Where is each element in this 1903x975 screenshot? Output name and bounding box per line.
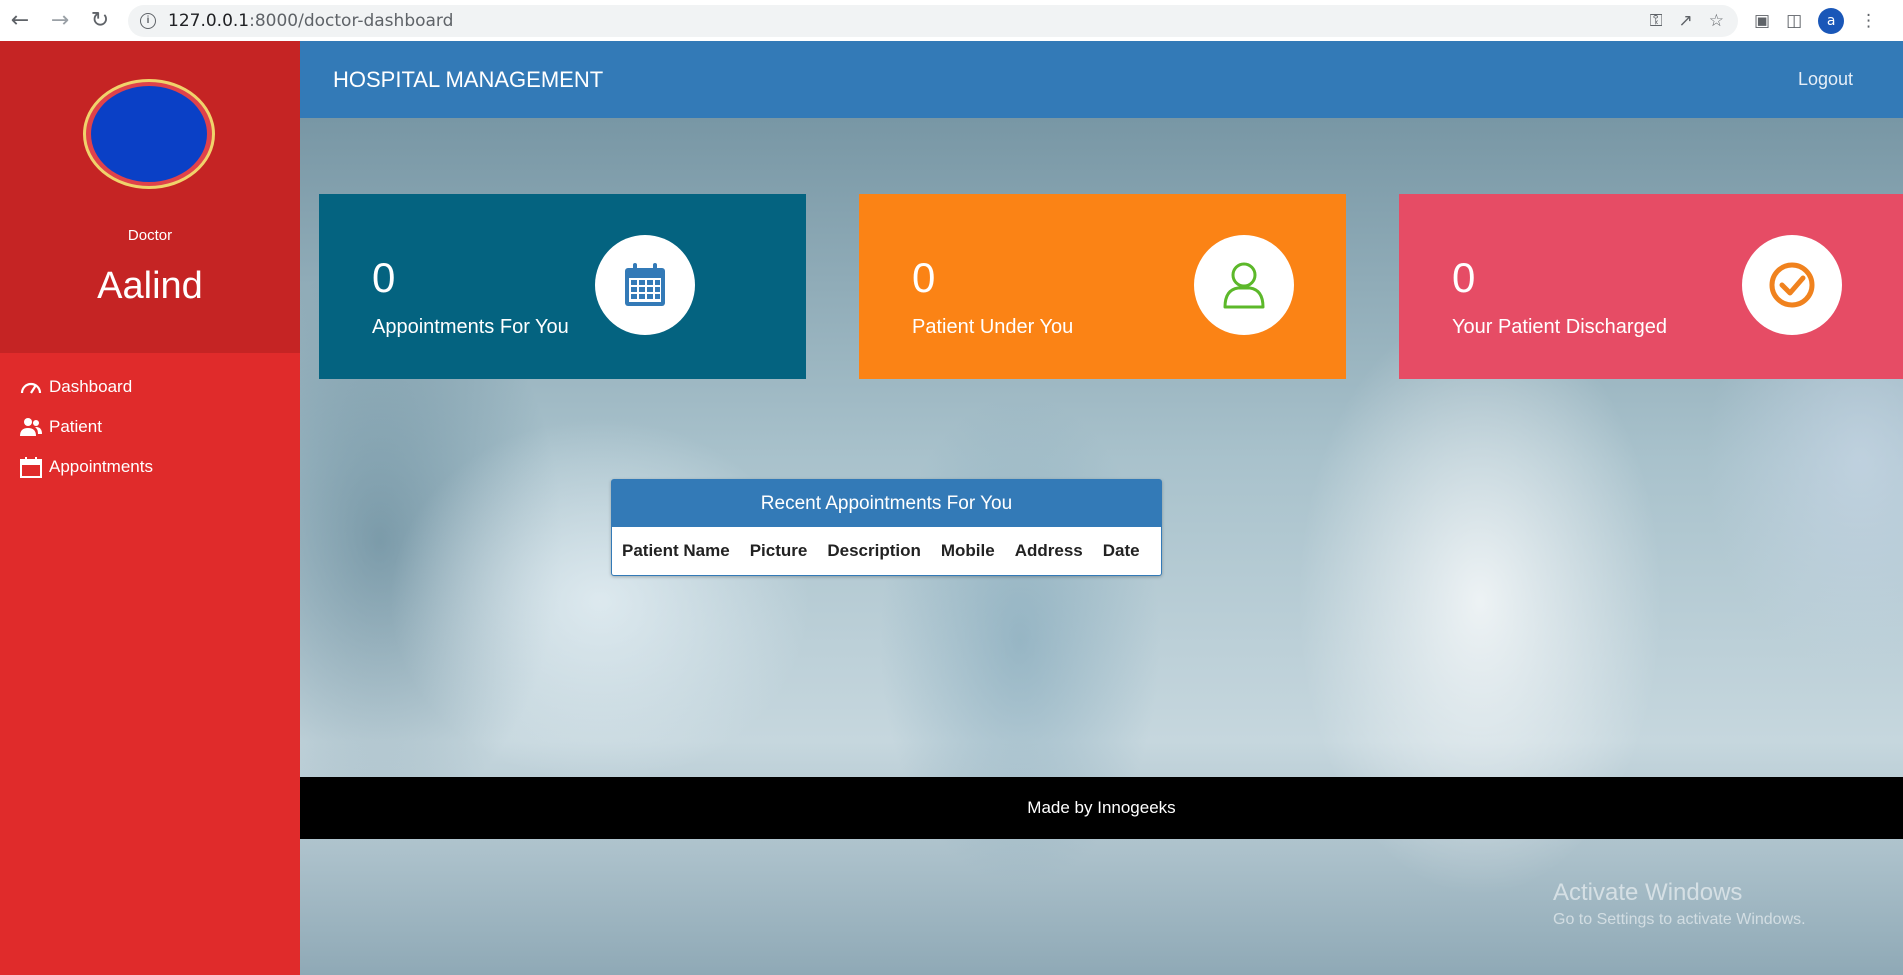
- info-icon[interactable]: i: [140, 12, 156, 29]
- avatar-image: [91, 86, 207, 182]
- column-header: Patient Name: [622, 541, 730, 560]
- card-icon-circle: [1194, 235, 1294, 335]
- key-icon[interactable]: ⚿: [1650, 11, 1663, 31]
- back-icon[interactable]: ←: [0, 0, 40, 41]
- column-header: Picture: [749, 541, 808, 560]
- url-port: :8000: [249, 10, 299, 31]
- user-icon: [1223, 262, 1265, 309]
- brand-title[interactable]: HOSPITAL MANAGEMENT: [333, 67, 603, 93]
- card-count: 0: [372, 254, 396, 301]
- user-role: Doctor: [127, 227, 173, 244]
- sidebar-item-appointments[interactable]: Appointments: [0, 447, 300, 487]
- card-patients: 0 Patient Under You: [859, 194, 1346, 379]
- sidebar-item-label: Appointments: [49, 457, 153, 476]
- panel-heading: Recent Appointments For You: [612, 480, 1161, 527]
- user-name: Aalind: [97, 265, 203, 307]
- sidebar-item-dashboard[interactable]: Dashboard: [0, 367, 300, 407]
- avatar: [83, 79, 215, 189]
- sidebar-profile: Doctor Aalind: [0, 41, 300, 353]
- card-appointments: 0 Appointments For You: [319, 194, 806, 379]
- column-header: Mobile: [940, 541, 995, 560]
- url-path: /doctor-dashboard: [298, 10, 454, 31]
- address-bar[interactable]: i 127.0.0.1:8000/doctor-dashboard ⚿ ↗ ☆: [128, 4, 1738, 37]
- card-discharged: 0 Your Patient Discharged: [1399, 194, 1903, 379]
- sidebar-item-label: Patient: [49, 417, 102, 436]
- card-count: 0: [1452, 254, 1476, 301]
- users-icon: [20, 418, 42, 436]
- card-label: Patient Under You: [912, 316, 1074, 338]
- star-icon[interactable]: ☆: [1709, 11, 1724, 31]
- side-panel-icon[interactable]: ◫: [1786, 11, 1802, 31]
- recent-appointments-panel: Recent Appointments For You Patient Name…: [611, 479, 1162, 576]
- url-text[interactable]: 127.0.0.1:8000/doctor-dashboard: [168, 11, 453, 31]
- sidebar-menu: Dashboard Patient Appointments: [0, 353, 300, 487]
- browser-toolbar: ← → ↻ i 127.0.0.1:8000/doctor-dashboard …: [0, 0, 1903, 41]
- menu-dots-icon[interactable]: ⋮: [1860, 11, 1877, 31]
- profile-avatar[interactable]: a: [1818, 7, 1845, 34]
- main-content: HOSPITAL MANAGEMENT Logout 0 Appointment…: [300, 41, 1903, 975]
- card-icon-circle: [595, 235, 695, 335]
- share-icon[interactable]: ↗: [1679, 11, 1693, 31]
- url-host: 127.0.0.1: [168, 10, 250, 31]
- forward-icon[interactable]: →: [40, 0, 80, 41]
- card-icon-circle: [1742, 235, 1842, 335]
- reload-icon[interactable]: ↻: [80, 0, 120, 41]
- activate-windows-watermark: Activate Windows Go to Settings to activ…: [1553, 879, 1806, 929]
- extensions-icon[interactable]: ▣: [1754, 11, 1770, 31]
- card-count: 0: [912, 254, 936, 301]
- calendar-icon: [20, 457, 42, 478]
- calendar-icon: [625, 263, 665, 306]
- watermark-subtitle: Go to Settings to activate Windows.: [1553, 911, 1806, 928]
- card-label: Your Patient Discharged: [1452, 316, 1667, 338]
- column-header: Description: [827, 541, 921, 560]
- column-header: Address: [1014, 541, 1083, 560]
- sidebar-item-label: Dashboard: [49, 377, 133, 396]
- card-label: Appointments For You: [372, 316, 569, 338]
- appointments-table-header: Patient Name Picture Description Mobile …: [612, 527, 1161, 575]
- top-navbar: HOSPITAL MANAGEMENT Logout: [300, 41, 1903, 118]
- footer-text: Made by Innogeeks: [1027, 798, 1176, 817]
- sidebar: Doctor Aalind Dashboard Patient Appointm…: [0, 41, 300, 975]
- column-header: Date: [1102, 541, 1140, 560]
- footer: Made by Innogeeks: [300, 777, 1903, 839]
- watermark-title: Activate Windows: [1553, 879, 1743, 906]
- check-circle-icon: [1769, 262, 1815, 308]
- logout-link[interactable]: Logout: [1798, 69, 1853, 90]
- speedometer-icon: [20, 382, 42, 394]
- sidebar-item-patient[interactable]: Patient: [0, 407, 300, 447]
